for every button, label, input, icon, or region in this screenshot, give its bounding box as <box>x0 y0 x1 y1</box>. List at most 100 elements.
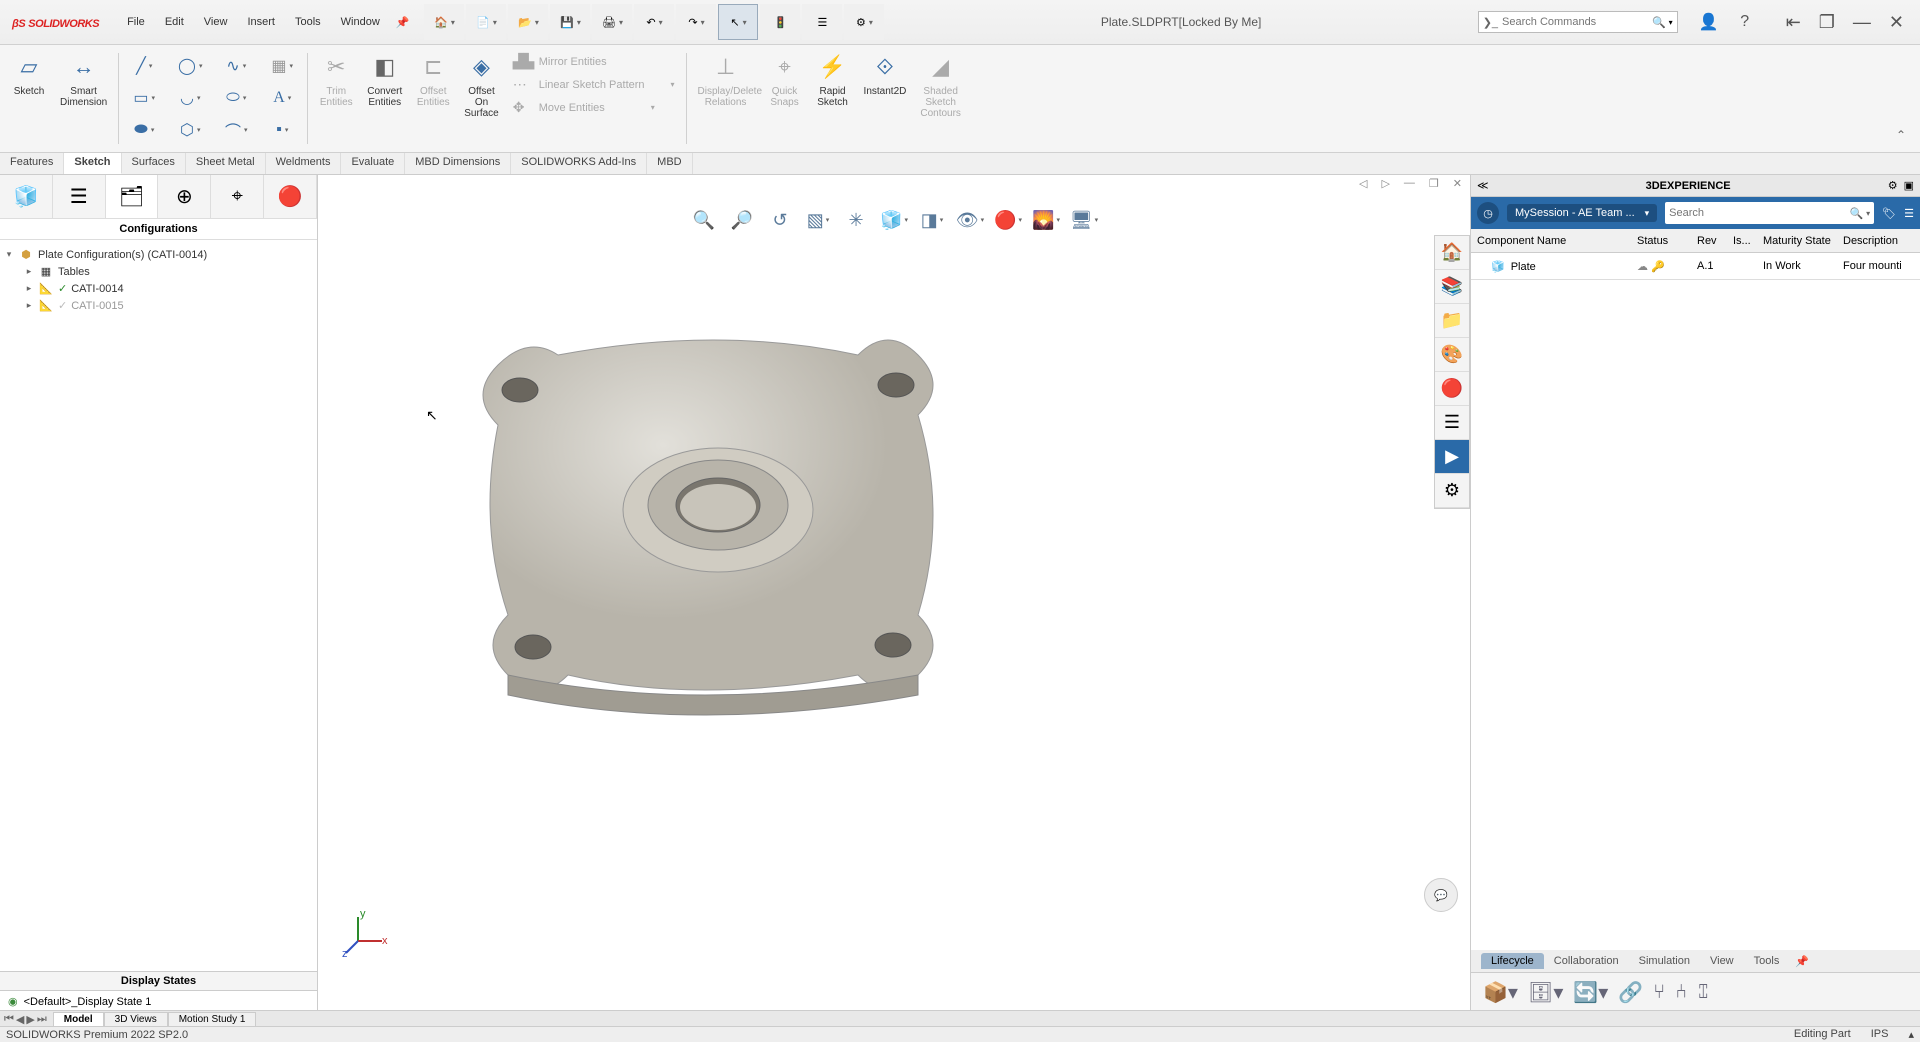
menu-icon[interactable]: ☰ <box>1904 207 1914 220</box>
convert-entities[interactable]: ◧ Convert Entities <box>361 49 408 148</box>
status-expand-icon[interactable]: ▴ <box>1908 1028 1914 1041</box>
dimxpert-tab[interactable]: ⊕ <box>158 175 211 218</box>
tab-sheet-metal[interactable]: Sheet Metal <box>186 153 266 174</box>
linear-sketch-pattern[interactable]: ⋯Linear Sketch Pattern▾ <box>513 76 675 93</box>
tab-collaboration[interactable]: Collaboration <box>1544 953 1629 969</box>
text-tool[interactable]: A <box>262 84 302 112</box>
ribbon-collapse[interactable]: ⌃ <box>1896 128 1906 142</box>
save-to-3dx-icon[interactable]: 📦▾ <box>1483 980 1518 1005</box>
tab-model[interactable]: Model <box>53 1012 104 1027</box>
tab-mbd[interactable]: MBD <box>647 153 692 174</box>
database-icon[interactable]: 🗄▾ <box>1528 980 1563 1005</box>
edit-appearance[interactable]: 🔴 <box>993 205 1023 235</box>
print-button[interactable]: 🖨 <box>592 4 632 40</box>
user-icon[interactable]: 👤 <box>1698 11 1720 33</box>
search-dd-icon[interactable]: ▾ <box>1866 209 1870 218</box>
expand-icon[interactable]: ▸ <box>24 300 34 311</box>
menu-view[interactable]: View <box>194 16 238 28</box>
sketch-tool[interactable]: ▱ Sketch <box>6 49 52 148</box>
pin-icon[interactable]: 📌 <box>396 16 410 29</box>
offset-on-surface[interactable]: ◈ Offset On Surface <box>458 49 504 148</box>
help-icon[interactable]: ? <box>1734 11 1756 33</box>
pin-tabs-icon[interactable]: 📌 <box>1795 955 1809 968</box>
tab-view[interactable]: View <box>1700 953 1744 969</box>
display-manager-tab[interactable]: ⌖ <box>211 175 264 218</box>
close-button[interactable]: ✕ <box>1889 12 1904 33</box>
view-palette-tab[interactable]: 🎨 <box>1435 338 1469 372</box>
configuration-manager-tab[interactable]: 🗂 <box>106 175 159 218</box>
ellipse-tool[interactable]: ⬭ <box>216 84 256 112</box>
minimize-viewport[interactable]: — <box>1404 177 1415 190</box>
menu-window[interactable]: Window <box>331 16 390 28</box>
custom-props-tab[interactable]: ☰ <box>1435 406 1469 440</box>
config-root[interactable]: ▾ ⬢ Plate Configuration(s) (CATI-0014) <box>4 246 313 263</box>
expand-icon[interactable]: ▸ <box>24 266 34 277</box>
assistant-bubble[interactable]: 💬 <box>1424 878 1458 912</box>
view-settings[interactable]: 🖥 <box>1069 205 1099 235</box>
menu-insert[interactable]: Insert <box>237 16 285 28</box>
branch-icon[interactable]: ⑂ <box>1653 981 1665 1004</box>
apply-scene[interactable]: 🌄 <box>1031 205 1061 235</box>
next-view-icon[interactable]: ▷ <box>1381 177 1389 190</box>
tab-3d-views[interactable]: 3D Views <box>104 1012 168 1027</box>
tab-nav[interactable]: ⏮◀▶⏭ <box>4 1013 47 1026</box>
section-view[interactable]: ▧ <box>803 205 833 235</box>
previous-view[interactable]: ↺ <box>765 205 795 235</box>
rapid-sketch[interactable]: ⚡ Rapid Sketch <box>810 49 856 148</box>
appearance-tab[interactable]: 🔴 <box>264 175 317 218</box>
smart-dimension[interactable]: ↔ Smart Dimension <box>54 49 113 148</box>
3dx-search-box[interactable]: 🔍 ▾ <box>1665 202 1874 224</box>
close-viewport[interactable]: ✕ <box>1453 177 1462 190</box>
search-dd-icon[interactable]: ▾ <box>1669 18 1673 27</box>
forum-tab[interactable]: ⚙ <box>1435 474 1469 508</box>
tab-features[interactable]: Features <box>0 153 64 174</box>
settings-button[interactable]: ⚙ <box>844 4 884 40</box>
merge-icon[interactable]: ⑃ <box>1675 981 1687 1004</box>
rectangle-tool[interactable]: ▭ <box>124 84 164 112</box>
tab-motion-study-1[interactable]: Motion Study 1 <box>168 1012 257 1027</box>
zoom-fit[interactable]: 🔍 <box>689 205 719 235</box>
mirror-entities[interactable]: ▟▙Mirror Entities <box>513 53 675 70</box>
menu-file[interactable]: File <box>117 16 155 28</box>
tab-tools[interactable]: Tools <box>1744 953 1790 969</box>
tab-simulation[interactable]: Simulation <box>1629 953 1700 969</box>
property-manager-tab[interactable]: ☰ <box>53 175 106 218</box>
display-delete-relations[interactable]: ⊥ Display/Delete Relations <box>692 49 760 148</box>
undo-button[interactable]: ↶ <box>634 4 674 40</box>
hide-show[interactable]: 👁 <box>955 205 985 235</box>
redo-button[interactable]: ↷ <box>676 4 716 40</box>
col-maturity[interactable]: Maturity State <box>1757 232 1837 250</box>
menu-edit[interactable]: Edit <box>155 16 194 28</box>
graphics-viewport[interactable]: ◁ ▷ — ❐ ✕ 🔍 🔎 ↺ ▧ ✳ 🧊 ◨ 👁 🔴 🌄 🖥 🏠 📚 📁 🎨 … <box>318 175 1470 1012</box>
tab-surfaces[interactable]: Surfaces <box>122 153 186 174</box>
3dx-search-input[interactable] <box>1669 207 1849 219</box>
shaded-sketch-contours[interactable]: ◢ Shaded Sketch Contours <box>914 49 967 148</box>
search-icon[interactable]: 🔍 <box>1652 16 1666 29</box>
home-button[interactable]: 🏠 <box>424 4 464 40</box>
expand-icon[interactable]: ▸ <box>24 283 34 294</box>
offset-entities[interactable]: ⊏ Offset Entities <box>410 49 456 148</box>
display-style[interactable]: ◨ <box>917 205 947 235</box>
units-label[interactable]: IPS <box>1871 1028 1889 1041</box>
refresh-icon[interactable]: 🔄▾ <box>1573 980 1608 1005</box>
plane-tool[interactable]: ▦ <box>262 52 302 80</box>
config-cati-0014[interactable]: ▸ 📐 ✓ CATI-0014 <box>4 280 313 297</box>
home-tab[interactable]: 🏠 <box>1435 236 1469 270</box>
spline-tool[interactable]: ∿ <box>216 52 256 80</box>
panel-pin-icon[interactable]: ▣ <box>1904 179 1914 192</box>
expand-icon[interactable]: ▾ <box>4 249 14 260</box>
prev-view-icon[interactable]: ◁ <box>1359 177 1367 190</box>
move-entities[interactable]: ✥Move Entities▾ <box>513 99 675 116</box>
tab-evaluate[interactable]: Evaluate <box>341 153 405 174</box>
restore-icon[interactable]: ❐ <box>1819 12 1835 33</box>
search-commands-input[interactable] <box>1502 16 1652 28</box>
tab-sketch[interactable]: Sketch <box>64 153 121 174</box>
menu-tools[interactable]: Tools <box>285 16 331 28</box>
view-orientation[interactable]: 🧊 <box>879 205 909 235</box>
appearances-tab[interactable]: 🔴 <box>1435 372 1469 406</box>
col-component-name[interactable]: Component Name <box>1471 232 1631 250</box>
traffic-light-button[interactable]: 🚦 <box>760 4 800 40</box>
new-button[interactable]: 📄 <box>466 4 506 40</box>
compass-icon[interactable]: ◷ <box>1477 202 1499 224</box>
search-commands-box[interactable]: ❯_ 🔍 ▾ <box>1478 11 1678 33</box>
